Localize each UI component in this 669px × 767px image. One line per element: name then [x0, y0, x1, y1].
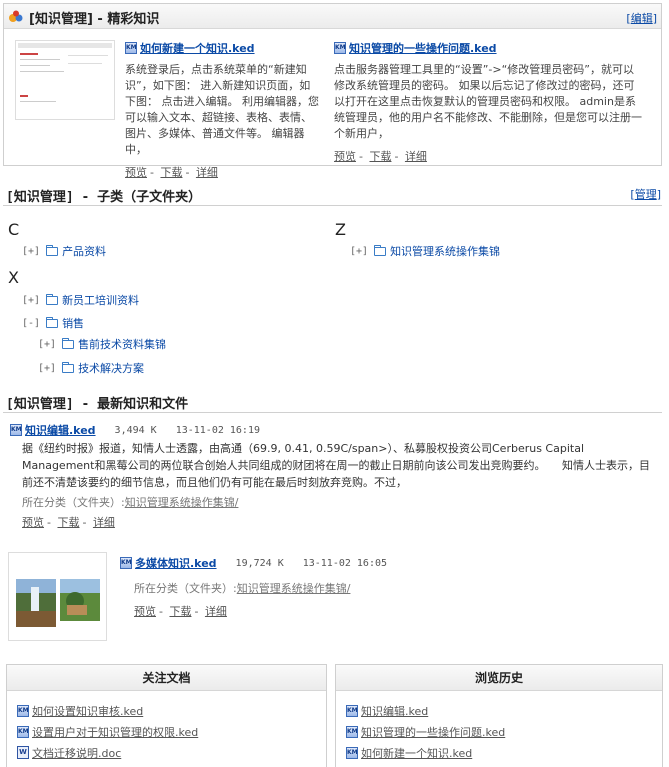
- latest-item-title[interactable]: 多媒体知识.ked: [135, 555, 217, 571]
- featured-title: [知识管理] - 精彩知识: [29, 12, 160, 27]
- preview-link[interactable]: 预览: [334, 150, 356, 163]
- item-actions: 预览 - 下载 - 详细: [22, 516, 115, 529]
- history-title: 浏览历史: [336, 665, 662, 691]
- ked-file-icon: KM: [17, 704, 29, 717]
- featured-header: [知识管理] - 精彩知识 [编辑]: [4, 4, 661, 29]
- latest-title: [知识管理] - 最新知识和文件: [6, 397, 189, 412]
- expand-toggle[interactable]: [+]: [38, 363, 56, 374]
- featured-article-1: KM 如何新建一个知识.ked 系统登录后，点击系统菜单的“新建知识”，如下图：…: [125, 40, 321, 180]
- followed-docs-title: 关注文档: [7, 665, 326, 691]
- section-divider: [3, 412, 662, 413]
- list-item[interactable]: KM 如何新建一个知识.ked: [346, 742, 662, 763]
- file-size: 3,494 K: [114, 424, 157, 436]
- latest-item-excerpt: 据《纽约时报》报道，知情人士透露，由高通（69.9, 0.41, 0.59C/s…: [22, 442, 650, 489]
- item-actions: 预览 - 下载 - 详细: [134, 605, 227, 618]
- folder-icon: [46, 316, 59, 328]
- featured-panel: [知识管理] - 精彩知识 [编辑] KM 如何新建一个知识.ked 系统登录后…: [3, 3, 662, 179]
- article-excerpt: 系统登录后，点击系统菜单的“新建知识”，如下图： 进入新建知识页面，如下图： 点…: [125, 63, 319, 156]
- article-excerpt: 点击服务器管理工具里的“设置”->“修改管理员密码”，就可以修改系统管理员的密码…: [334, 63, 642, 140]
- download-link[interactable]: 下载: [160, 166, 182, 179]
- expand-toggle[interactable]: [+]: [350, 246, 368, 257]
- manage-button[interactable]: [管理]: [630, 186, 661, 202]
- expand-toggle[interactable]: [+]: [38, 339, 56, 350]
- preview-link[interactable]: 预览: [22, 516, 44, 529]
- article-thumbnail[interactable]: [15, 40, 115, 120]
- subcat-title: [知识管理] - 子类（子文件夹）: [6, 190, 202, 205]
- ked-file-icon: KM: [17, 725, 29, 738]
- doc-file-icon: W: [17, 746, 29, 759]
- latest-item-header: KM 知识编辑.ked 3,494 K 13-11-02 16:19: [10, 422, 260, 438]
- followed-docs-panel: 关注文档 KM 如何设置知识审核.ked KM 设置用户对于知识管理的权限.ked …: [6, 664, 327, 767]
- list-item[interactable]: KM 知识管理的一些操作问题.ked: [346, 721, 662, 742]
- category-link[interactable]: 知识管理系统操作集锦/: [237, 582, 351, 595]
- list-item[interactable]: KM 如何设置知识审核.ked: [17, 700, 326, 721]
- folder-item[interactable]: [+] 售前技术资料集锦: [38, 336, 166, 352]
- history-panel: 浏览历史 KM 知识编辑.ked KM 知识管理的一些操作问题.ked KM 如何新建…: [335, 664, 663, 767]
- edit-button[interactable]: [编辑]: [626, 10, 657, 26]
- group-letter: C: [8, 220, 20, 239]
- category-label: 所在分类（文件夹）:: [22, 496, 125, 509]
- download-link[interactable]: 下载: [57, 516, 79, 529]
- article-title-link[interactable]: KM 知识管理的一些操作问题.ked: [334, 40, 644, 56]
- ked-file-icon: KM: [346, 704, 358, 717]
- waterfall-thumbnail: [16, 579, 56, 627]
- landscape-thumbnail: [60, 579, 100, 621]
- app-logo-icon: [9, 10, 23, 22]
- ked-file-icon: KM: [120, 557, 132, 569]
- list-item[interactable]: W 文档迁移说明.doc: [17, 742, 326, 763]
- folder-icon: [374, 244, 387, 256]
- file-date: 13-11-02 16:05: [302, 557, 388, 569]
- expand-toggle[interactable]: [+]: [22, 246, 40, 257]
- list-item[interactable]: KM 设置用户对于知识管理的权限.ked: [17, 721, 326, 742]
- group-letter: Z: [335, 220, 346, 239]
- folder-icon: [62, 337, 75, 349]
- list-item[interactable]: KM 知识编辑.ked: [346, 700, 662, 721]
- ked-file-icon: KM: [125, 42, 137, 54]
- ked-file-icon: KM: [10, 424, 22, 436]
- category-line: 所在分类（文件夹）:知识管理系统操作集锦/: [22, 494, 238, 510]
- folder-item[interactable]: [-] 销售: [22, 315, 84, 331]
- file-size: 19,724 K: [235, 557, 284, 569]
- detail-link[interactable]: 详细: [205, 605, 227, 618]
- section-divider: [3, 205, 662, 206]
- folder-icon: [62, 361, 75, 373]
- expand-toggle[interactable]: [+]: [22, 295, 40, 306]
- folder-item[interactable]: [+] 产品资料: [22, 243, 106, 259]
- folder-item[interactable]: [+] 技术解决方案: [38, 360, 144, 376]
- collapse-toggle[interactable]: [-]: [22, 318, 40, 329]
- category-link[interactable]: 知识管理系统操作集锦/: [125, 496, 239, 509]
- download-link[interactable]: 下载: [369, 150, 391, 163]
- article-actions: 预览 - 下载 - 详细: [125, 166, 218, 179]
- featured-article-2: KM 知识管理的一些操作问题.ked 点击服务器管理工具里的“设置”->“修改管…: [334, 40, 644, 164]
- category-line: 所在分类（文件夹）:知识管理系统操作集锦/: [134, 580, 350, 596]
- folder-item[interactable]: [+] 新员工培训资料: [22, 292, 139, 308]
- group-letter: X: [8, 268, 19, 287]
- preview-link[interactable]: 预览: [134, 605, 156, 618]
- detail-link[interactable]: 详细: [93, 516, 115, 529]
- detail-link[interactable]: 详细: [196, 166, 218, 179]
- folder-icon: [46, 293, 59, 305]
- folder-icon: [46, 244, 59, 256]
- article-title-link[interactable]: KM 如何新建一个知识.ked: [125, 40, 321, 56]
- download-link[interactable]: 下载: [169, 605, 191, 618]
- preview-link[interactable]: 预览: [125, 166, 147, 179]
- ked-file-icon: KM: [346, 725, 358, 738]
- folder-item[interactable]: [+] 知识管理系统操作集锦: [350, 243, 500, 259]
- category-label: 所在分类（文件夹）:: [134, 582, 237, 595]
- ked-file-icon: KM: [334, 42, 346, 54]
- detail-link[interactable]: 详细: [405, 150, 427, 163]
- article-actions: 预览 - 下载 - 详细: [334, 150, 427, 163]
- media-thumbnail[interactable]: [8, 552, 107, 641]
- ked-file-icon: KM: [346, 746, 358, 759]
- latest-item-header: KM 多媒体知识.ked 19,724 K 13-11-02 16:05: [120, 555, 387, 571]
- file-date: 13-11-02 16:19: [175, 424, 260, 436]
- latest-item-title[interactable]: 知识编辑.ked: [25, 422, 96, 438]
